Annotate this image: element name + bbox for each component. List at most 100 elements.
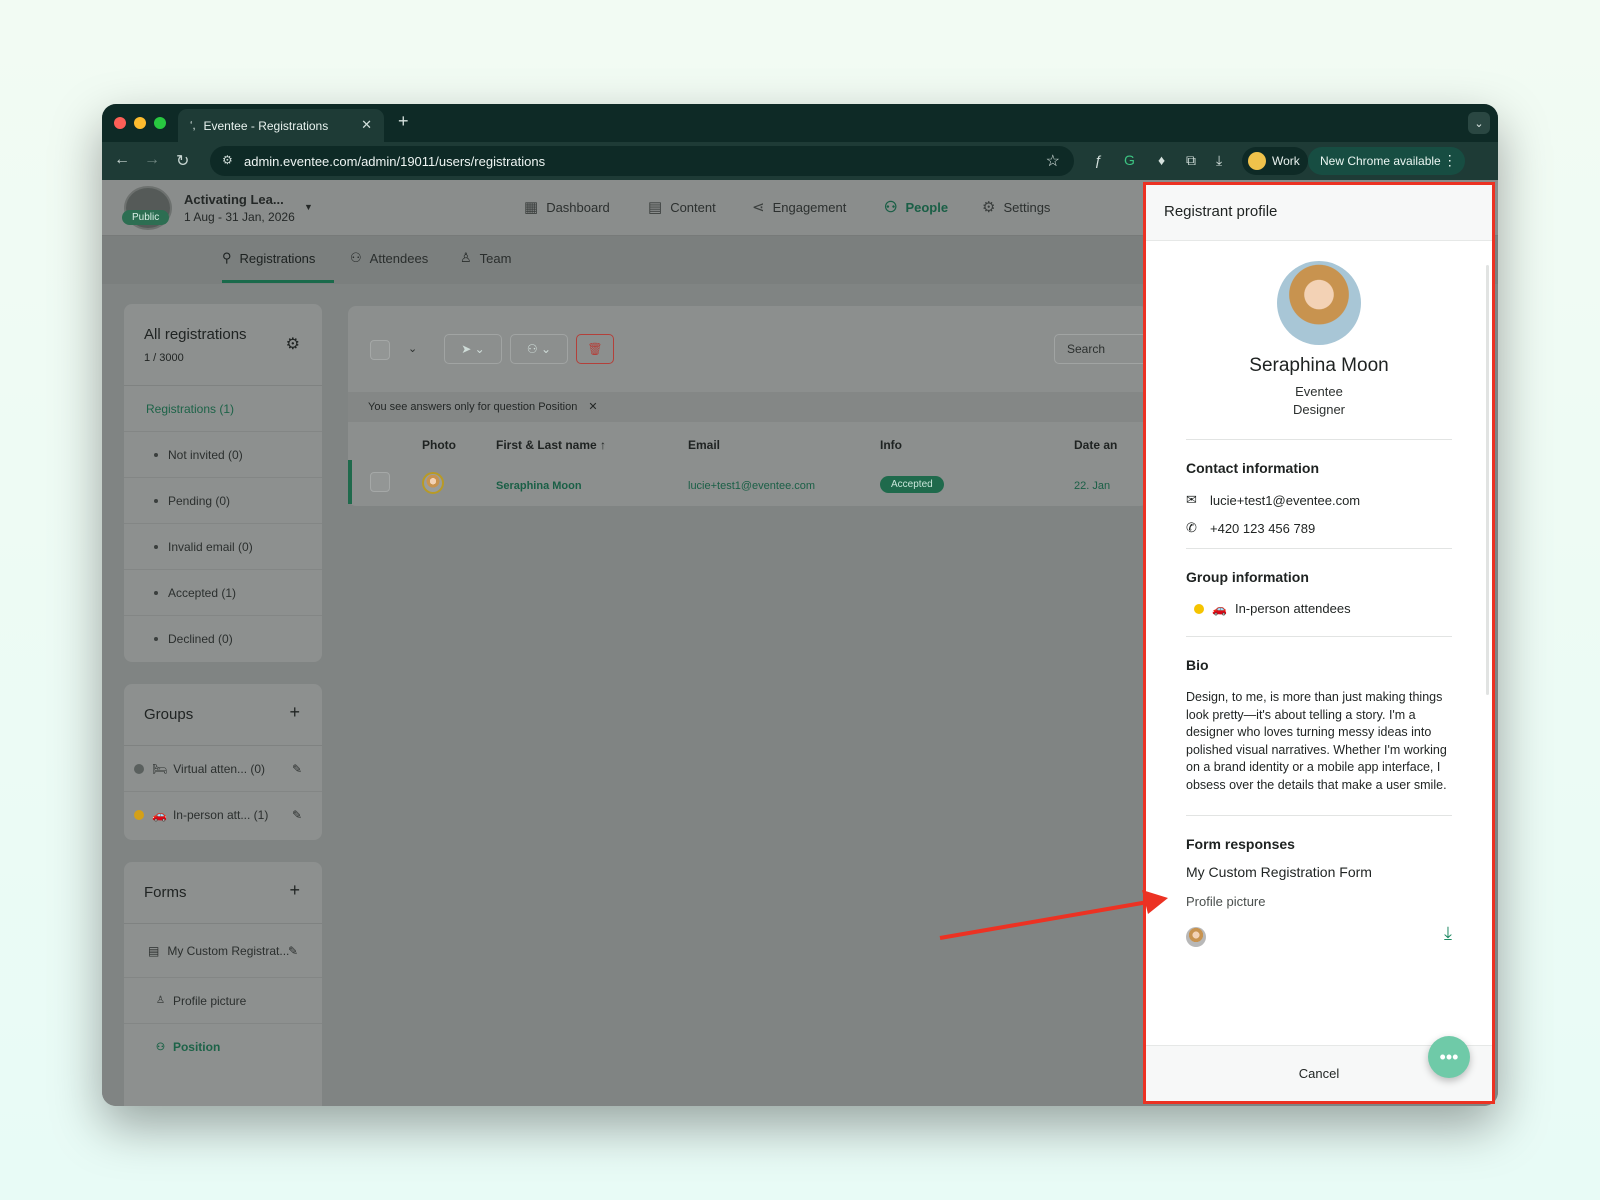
- nav-dashboard[interactable]: ▦ Dashboard: [524, 198, 610, 216]
- clear-filter-close-icon[interactable]: ✕: [588, 401, 597, 413]
- column-header-date[interactable]: Date an: [1074, 438, 1117, 452]
- filter-accepted[interactable]: Accepted (1): [124, 570, 322, 616]
- tab-attendees[interactable]: ⚇ Attendees: [350, 250, 428, 266]
- group-in-person[interactable]: 🚗 In-person att... (1) ✎: [124, 792, 322, 838]
- kebab-menu-icon[interactable]: ⋮: [1443, 152, 1457, 169]
- registrant-email-link[interactable]: lucie+test1@eventee.com: [688, 480, 815, 492]
- form-question-profile-picture[interactable]: ♙ Profile picture: [124, 978, 322, 1024]
- tab-search-icon[interactable]: ⌄: [1468, 112, 1490, 134]
- grammarly-icon[interactable]: G: [1124, 152, 1135, 168]
- calendar-icon: ▤: [648, 199, 663, 216]
- chat-support-icon[interactable]: •••: [1428, 1036, 1470, 1078]
- profile-label: Work: [1272, 154, 1300, 168]
- filter-label: Invalid email (0): [168, 539, 253, 554]
- send-icon: ➤ ⌄: [461, 342, 485, 356]
- column-header-name[interactable]: First & Last name ↑: [496, 438, 606, 452]
- site-settings-icon[interactable]: ⚙: [222, 153, 233, 167]
- event-name[interactable]: Activating Lea...: [184, 192, 284, 207]
- registrations-panel: All registrations 1 / 3000 ⚙ Registratio…: [124, 304, 322, 662]
- question-label: Profile picture: [172, 993, 247, 1008]
- filter-label: Pending (0): [168, 493, 231, 508]
- browser-tab[interactable]: ʻ, Eventee - Registrations ✕: [178, 109, 384, 142]
- filter-not-invited[interactable]: Not invited (0): [124, 432, 322, 478]
- forms-panel: Forms + ▤ My Custom Registrat... ✎ ♙ Pro…: [124, 862, 322, 1106]
- back-icon[interactable]: ←: [114, 151, 130, 169]
- delete-button[interactable]: 🗑: [576, 334, 614, 364]
- registrations-count: 1 / 3000: [144, 352, 184, 364]
- nav-label: Dashboard: [546, 199, 610, 215]
- event-switcher-caret-icon[interactable]: ▼: [304, 202, 313, 212]
- car-icon: 🚗: [1212, 601, 1227, 616]
- edit-pencil-icon[interactable]: ✎: [292, 762, 302, 776]
- group-color-dot: [134, 810, 144, 820]
- nav-content[interactable]: ▤ Content: [648, 198, 716, 216]
- profile-button[interactable]: Work: [1242, 147, 1308, 175]
- tab-label: Registrations: [239, 250, 316, 266]
- question-label: Position: [172, 1040, 221, 1054]
- filter-pending[interactable]: Pending (0): [124, 478, 322, 524]
- row-checkbox[interactable]: [370, 472, 390, 492]
- address-bar[interactable]: ⚙ admin.eventee.com/admin/19011/users/re…: [210, 146, 1074, 176]
- registrant-profile-drawer: Registrant profile Seraphina Moon Evente…: [1143, 182, 1495, 1104]
- form-question-position[interactable]: ⚇ Position: [124, 1024, 322, 1070]
- nav-label: People: [905, 199, 949, 215]
- nav-label: Content: [670, 199, 716, 215]
- group-virtual[interactable]: 🛏 Virtual atten... (0) ✎: [124, 746, 322, 792]
- registrant-name-link[interactable]: Seraphina Moon: [496, 480, 582, 492]
- team-icon: ♙: [460, 250, 472, 265]
- extensions-puzzle-icon[interactable]: ⧉: [1186, 152, 1196, 169]
- contact-phone: ✆ +420 123 456 789: [1186, 520, 1452, 536]
- close-tab-icon[interactable]: ✕: [361, 117, 372, 133]
- download-icon[interactable]: ⤓: [1216, 152, 1222, 169]
- column-header-info: Info: [880, 438, 902, 452]
- search-placeholder: Search: [1067, 342, 1106, 356]
- nav-engagement[interactable]: ⋖ Engagement: [752, 198, 846, 216]
- edit-pencil-icon[interactable]: ✎: [292, 808, 302, 822]
- groups-panel-header: Groups +: [124, 684, 322, 746]
- trash-icon: 🗑: [587, 342, 603, 356]
- registrations-panel-header: All registrations 1 / 3000 ⚙: [124, 304, 322, 386]
- download-icon[interactable]: ⤓: [1444, 923, 1452, 944]
- add-group-icon[interactable]: +: [289, 702, 300, 723]
- status-badge: Accepted: [880, 476, 944, 493]
- edit-pencil-icon[interactable]: ✎: [288, 944, 298, 958]
- tab-registrations[interactable]: ⚲ Registrations: [222, 250, 315, 266]
- position-icon: ⚇: [156, 1041, 165, 1053]
- send-invite-button[interactable]: ➤ ⌄: [444, 334, 502, 364]
- form-responses-title: Form responses: [1186, 835, 1295, 852]
- profile-position: Designer: [1292, 402, 1346, 417]
- nav-label: Engagement: [772, 199, 847, 215]
- url-text: admin.eventee.com/admin/19011/users/regi…: [244, 153, 546, 169]
- nav-people[interactable]: ⚇ People: [884, 198, 948, 216]
- update-label: New Chrome available: [1320, 154, 1441, 168]
- bookmark-star-icon[interactable]: ☆: [1046, 151, 1060, 171]
- filter-declined[interactable]: Declined (0): [124, 616, 322, 662]
- form-item[interactable]: ▤ My Custom Registrat... ✎: [124, 924, 322, 978]
- reload-icon[interactable]: ↻: [176, 151, 189, 171]
- column-header-photo: Photo: [422, 438, 456, 452]
- new-tab-icon[interactable]: +: [398, 111, 409, 132]
- form-name: My Custom Registration Form: [1186, 863, 1372, 880]
- select-all-checkbox[interactable]: [370, 340, 390, 360]
- select-dropdown-chevron-icon[interactable]: ⌄: [408, 342, 417, 355]
- drawer-scrollbar[interactable]: [1486, 265, 1489, 695]
- forward-icon[interactable]: →: [144, 151, 160, 169]
- filter-registrations[interactable]: Registrations (1): [124, 386, 322, 432]
- add-form-icon[interactable]: +: [289, 880, 300, 901]
- forms-panel-header: Forms +: [124, 862, 322, 924]
- column-header-email[interactable]: Email: [688, 438, 720, 452]
- assign-group-button[interactable]: ⚇ ⌄: [510, 334, 568, 364]
- maximize-window-button[interactable]: [154, 117, 166, 129]
- search-input[interactable]: Search: [1054, 334, 1154, 364]
- drop-icon[interactable]: ♦: [1158, 152, 1165, 168]
- filter-invalid-email[interactable]: Invalid email (0): [124, 524, 322, 570]
- extension-icon[interactable]: ƒ: [1094, 152, 1102, 168]
- bio-section-title: Bio: [1186, 657, 1209, 673]
- bed-icon: 🛏: [152, 761, 168, 776]
- update-chrome-button[interactable]: New Chrome available ⋮: [1308, 147, 1465, 175]
- close-window-button[interactable]: [114, 117, 126, 129]
- gear-icon[interactable]: ⚙: [286, 334, 300, 354]
- minimize-window-button[interactable]: [134, 117, 146, 129]
- tab-team[interactable]: ♙ Team: [460, 250, 511, 266]
- nav-settings[interactable]: ⚙ Settings: [982, 198, 1050, 216]
